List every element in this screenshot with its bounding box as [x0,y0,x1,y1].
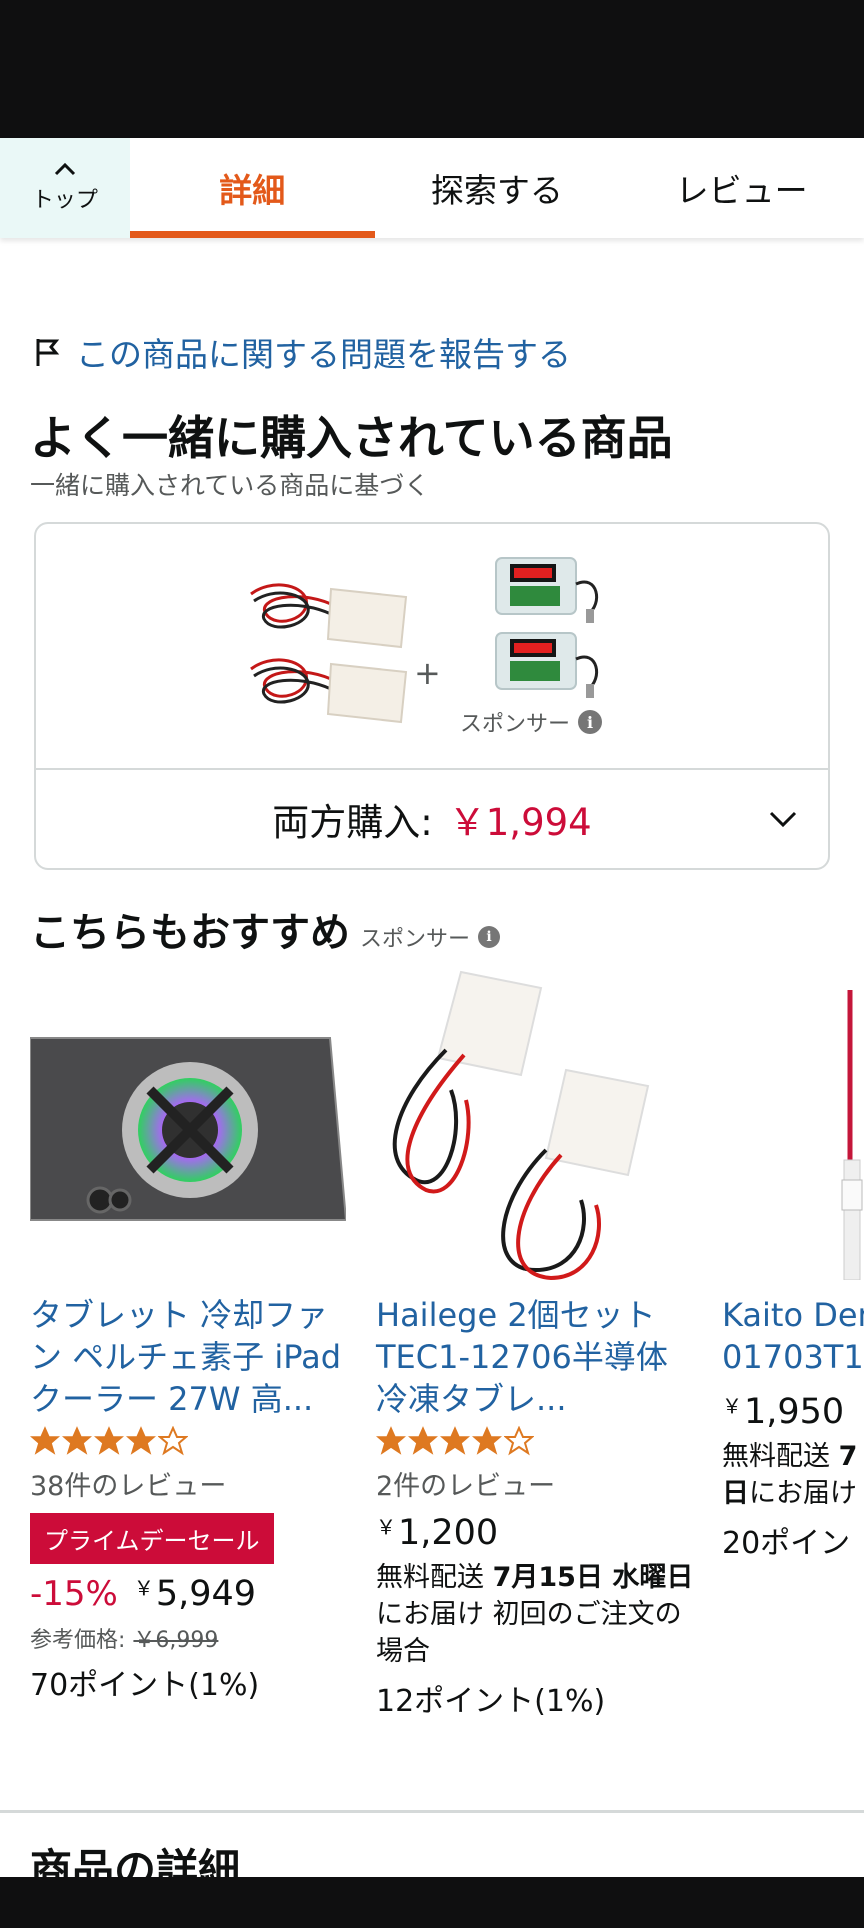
peltier-module-image[interactable] [246,569,436,649]
points: 12ポイント(1%) [376,1684,606,1719]
star-empty-icon [504,1426,534,1456]
report-issue-link[interactable]: この商品に関する問題を報告する [34,328,571,376]
product-card[interactable]: Kaito Den 子) TEC1- 01703T12 ￥ 1,950 無料配送… [722,970,864,1562]
price: 1,200 [398,1513,499,1553]
star-rating [376,1424,696,1458]
review-count[interactable]: 2件のレビュー [376,1464,696,1503]
currency-symbol: ￥ [133,1576,154,1600]
delivery-date: 7月15日 水曜日 [492,1562,694,1593]
delivery-suffix: にお届け [749,1478,857,1509]
buy-both-row[interactable]: 両方購入: ￥1,994 [36,770,828,868]
delivery-prefix: 無料配送 [722,1441,830,1472]
recommended-sponsored-label: スポンサー i [360,921,501,953]
top-label: トップ [31,188,98,213]
section-divider [0,1810,864,1813]
fbt-heading: よく一緒に購入されている商品 [30,411,673,465]
review-count[interactable]: 38件のレビュー [30,1464,350,1503]
star-filled-icon [94,1426,124,1455]
star-empty-icon [158,1426,188,1456]
report-issue-text: この商品に関する問題を報告する [76,335,571,374]
peltier-module-image[interactable] [246,644,436,724]
sponsor-text: スポンサー [460,712,571,737]
product-title[interactable]: Hailege 2個セット TEC1-12706半導体冷凍タブレ... [376,1294,696,1420]
plus-sign: + [414,654,441,692]
info-icon[interactable]: i [478,926,501,948]
flag-icon [36,339,60,366]
buy-both-label: 両方購入: [272,801,433,844]
deal-badge: プライムデーセール [30,1513,274,1564]
price-line: -15% ￥ 5,949 [30,1574,350,1614]
product-title[interactable]: タブレット 冷却ファン ペルチェ素子 iPadクーラー 27W 高... [30,1294,350,1420]
points: 70ポイント(1%) [30,1668,260,1703]
fbt-bundle-card: + スポンサー i 両方購入: ￥1,994 [34,522,830,870]
price: 5,949 [155,1574,257,1614]
reference-price: 参考価格: ￥6,999 [30,1622,350,1654]
recommended-heading: こちらもおすすめ スポンサー i [30,900,501,958]
buy-both-price: ￥1,994 [448,801,592,844]
star-filled-icon [472,1426,502,1455]
product-image[interactable] [376,970,692,1281]
product-title[interactable]: Kaito Den 子) TEC1- 01703T12 [722,1294,864,1378]
delivery-info: 無料配送 7月15日 水曜日にお届け 初回のご注文の場合 [376,1559,696,1670]
star-filled-icon [408,1426,438,1455]
delivery-info: 無料配送 7 日にお届け [722,1438,864,1512]
status-bar [0,0,864,138]
tab-details[interactable]: 詳細 [129,138,375,238]
tab-explore[interactable]: 探索する [375,138,620,238]
star-filled-icon [62,1426,92,1455]
tab-reviews[interactable]: レビュー [619,138,864,238]
star-filled-icon [440,1426,470,1455]
product-image[interactable] [722,970,864,1281]
product-card[interactable]: タブレット 冷却ファン ペルチェ素子 iPadクーラー 27W 高... 38件… [29,970,350,1704]
chevron-down-icon[interactable] [768,810,798,828]
star-filled-icon [126,1426,156,1455]
section-tab-bar: トップ 詳細 探索する レビュー [0,138,864,238]
price: 1,950 [744,1392,845,1432]
star-filled-icon [376,1426,406,1455]
delivery-suffix: にお届け 初回のご注文の場合 [376,1599,682,1667]
delivery-date: 7 [838,1441,858,1472]
star-rating [30,1424,350,1458]
delivery-date-line2: 日 [722,1478,749,1509]
reference-price-value: ￥6,999 [133,1628,219,1653]
product-image[interactable] [29,970,348,1280]
delivery-prefix: 無料配送 [376,1562,484,1593]
fbt-subtitle: 一緒に購入されている商品に基づく [30,471,430,500]
thermostat-module-image[interactable] [488,544,628,624]
recommended-title: こちらもおすすめ [30,910,350,956]
reference-price-label: 参考価格: [30,1628,126,1653]
discount-percent: -15% [30,1574,118,1614]
price-line: ￥ 1,200 [376,1513,696,1553]
info-icon[interactable]: i [578,710,603,734]
navigation-bar [0,1877,864,1928]
thermostat-module-image[interactable] [488,619,628,699]
product-card[interactable]: Hailege 2個セット TEC1-12706半導体冷凍タブレ... 2件のレ… [376,970,696,1720]
fbt-sponsored-label: スポンサー i [460,706,603,738]
currency-symbol: ￥ [722,1394,742,1418]
currency-symbol: ￥ [376,1515,396,1539]
points: 20ポイン [722,1526,851,1561]
scroll-to-top-button[interactable]: トップ [0,138,130,238]
price-line: ￥ 1,950 [722,1392,864,1432]
chevron-up-icon [54,162,75,176]
star-filled-icon [30,1426,60,1455]
sponsor-text: スポンサー [360,927,471,952]
fbt-images: + スポンサー i [36,524,828,768]
